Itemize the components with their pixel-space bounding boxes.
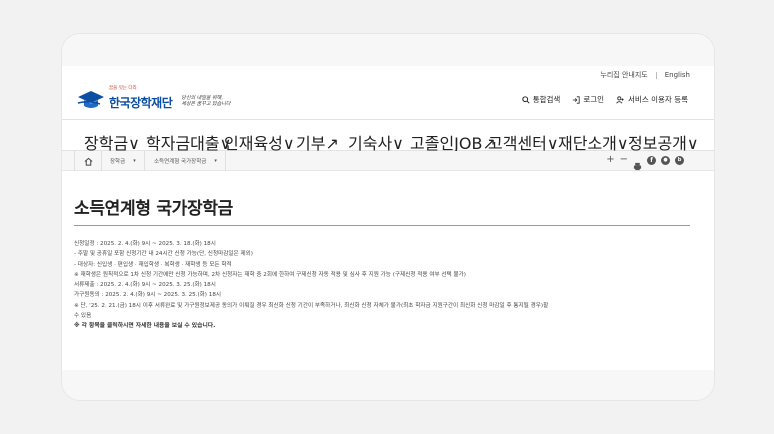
- footer-note: ※ 각 항목을 클릭하시면 자세한 내용을 보실 수 있습니다.: [74, 323, 216, 330]
- apply-sub-1: - 주말 및 공휴일 포함 신청기간 내 24시간 신청 가능(단, 신청마감일…: [74, 251, 253, 258]
- zoom-in-icon[interactable]: +: [606, 155, 614, 165]
- logo-tagline: 꿈을 잇는 다리: [109, 86, 137, 91]
- logo-name: 한국장학재단: [109, 96, 173, 110]
- breadcrumb: 장학금 ▾ 소득연계형 국가장학금 ▾ + − f ● b: [62, 151, 714, 171]
- frame-bottom-bar: [62, 370, 714, 400]
- apply-label: 신청일정 :: [74, 241, 99, 247]
- sitemap-link[interactable]: 누리집 안내지도: [600, 70, 647, 80]
- schedule-content: 신청일정 : 2025. 2. 4.(화) 9시 ~ 2025. 3. 18.(…: [74, 239, 694, 332]
- frame-top-bar: [62, 34, 714, 66]
- apply-note: ※ 재학생은 원칙적으로 1차 신청 기간에만 신청 가능하며, 2차 신청자는…: [74, 271, 466, 278]
- page-title: 소득연계형 국가장학금: [74, 199, 234, 219]
- breadcrumb-label: 소득연계형 국가장학금: [154, 159, 207, 165]
- consent-value: 2025. 2. 4.(화) 9시 ~ 2025. 3. 25.(화) 18시: [105, 292, 222, 299]
- utility-divider: [655, 71, 657, 79]
- docs-value: 2025. 2. 4.(화) 9시 ~ 2025. 3. 25.(화) 18시: [100, 282, 216, 289]
- utility-links: 누리집 안내지도 English: [600, 70, 690, 80]
- caret-down-icon: ▾: [214, 158, 217, 164]
- graduation-cap-icon: [76, 90, 106, 110]
- search-label: 통합검색: [532, 95, 561, 104]
- apply-value: 2025. 2. 4.(화) 9시 ~ 2025. 3. 18.(화) 18시: [100, 241, 216, 247]
- login-link[interactable]: 로그인: [572, 94, 604, 105]
- apply-sub-2: - 대상자: 신입생 · 편입생 · 재입학생 · 복학생 · 재학생 등 모든…: [74, 261, 232, 268]
- print-icon[interactable]: [633, 156, 642, 170]
- consent-note-2: 수 있음: [74, 313, 92, 320]
- breadcrumb-level-1[interactable]: 장학금 ▾: [102, 151, 145, 171]
- home-button[interactable]: [74, 151, 102, 171]
- apply-schedule-row[interactable]: 신청일정 : 2025. 2. 4.(화) 9시 ~ 2025. 3. 18.(…: [74, 239, 694, 249]
- login-icon: [573, 95, 580, 104]
- search-link[interactable]: 통합검색: [522, 94, 561, 105]
- search-icon: [522, 95, 530, 104]
- signup-label: 서비스 이용자 등록: [628, 95, 688, 104]
- logo-slogan: 당신의 내일을 위해, 세상은 꿈꾸고 있습니다: [181, 95, 230, 107]
- consent-note-1: ※ 단, '25. 2. 21.(금) 18시 이후 서류완료 및 가구원정보제…: [74, 302, 549, 309]
- consent-label: 가구원동의 :: [74, 292, 104, 299]
- share-icon[interactable]: b: [675, 155, 684, 165]
- site-logo[interactable]: 꿈을 잇는 다리 한국장학재단 당신의 내일을 위해, 세상은 꿈꾸고 있습니다: [76, 86, 230, 111]
- english-link[interactable]: English: [665, 71, 690, 79]
- signup-link[interactable]: 서비스 이용자 등록: [616, 94, 688, 105]
- facebook-icon[interactable]: f: [647, 155, 656, 165]
- zoom-out-icon[interactable]: −: [620, 155, 628, 165]
- login-label: 로그인: [583, 95, 605, 104]
- blog-icon[interactable]: ●: [661, 155, 670, 165]
- header-links: 통합검색 로그인 서비스 이용자 등록: [522, 94, 688, 105]
- docs-label: 서류제출 :: [74, 282, 99, 289]
- user-add-icon: [616, 95, 624, 103]
- consent-schedule-row[interactable]: 가구원동의 : 2025. 2. 4.(화) 9시 ~ 2025. 3. 25.…: [74, 290, 694, 300]
- breadcrumb-label: 장학금: [110, 159, 126, 165]
- title-divider: [74, 225, 690, 226]
- home-icon: [84, 157, 92, 166]
- main-navigation: 장학금∨ 학자금대출∨ 인재육성∨ 기부↗ 기숙사∨ 고졸인JOB↗ 고객센터∨…: [62, 119, 714, 153]
- page-tools: + − f ● b: [606, 155, 684, 170]
- docs-schedule-row[interactable]: 서류제출 : 2025. 2. 4.(화) 9시 ~ 2025. 3. 25.(…: [74, 280, 694, 290]
- breadcrumb-level-2[interactable]: 소득연계형 국가장학금 ▾: [146, 151, 226, 171]
- slogan-line-2: 세상은 꿈꾸고 있습니다: [181, 100, 231, 107]
- caret-down-icon: ▾: [133, 158, 136, 164]
